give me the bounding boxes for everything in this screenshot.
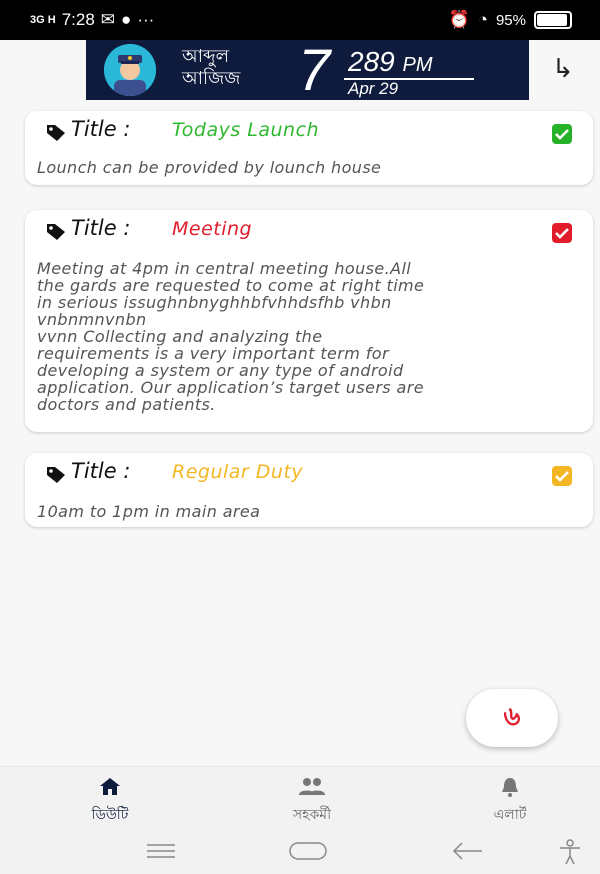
user-name-line2: আজিজ <box>182 68 241 89</box>
floating-action-button[interactable]: ৬ <box>466 689 558 747</box>
battery-percent: 95% <box>495 11 526 29</box>
system-navigation-bar <box>0 828 600 874</box>
battery-icon <box>534 11 572 29</box>
nav-item-label: এলার্ট <box>493 807 527 823</box>
nav-item-duty[interactable]: ডিউটি <box>50 775 170 827</box>
nav-item-alert[interactable]: এলার্ট <box>450 775 570 827</box>
card-body: Lounch can be provided by lounch house <box>37 158 382 177</box>
current-time: 289 PM <box>348 48 433 79</box>
card-title-label: Title : <box>71 117 131 141</box>
card-body-line: requirements is a very important term fo… <box>37 344 389 363</box>
current-date: Apr 29 <box>348 79 399 98</box>
card-body-line: the gards are requested to come at right… <box>37 276 425 295</box>
day-number: 7 <box>298 38 331 103</box>
wifi-icon: ◔ <box>477 10 488 29</box>
mail-icon: ✉ <box>100 10 116 29</box>
duty-card[interactable]: Title : Meeting Meeting at 4pm in centra… <box>25 210 593 432</box>
logout-arrow-icon[interactable]: ↳ <box>552 54 574 84</box>
card-title-label: Title : <box>71 459 131 483</box>
bottom-navigation: ডিউটি সহকর্মী এলার্ট <box>0 766 600 829</box>
card-body: 10am to 1pm in main area <box>37 502 261 521</box>
card-body-line: developing a system or any type of andro… <box>37 361 404 380</box>
card-body-line: Meeting at 4pm in central meeting house.… <box>37 259 412 278</box>
nav-item-label: সহকর্মী <box>292 807 332 823</box>
avatar[interactable] <box>104 44 156 96</box>
bell-icon <box>502 778 518 797</box>
chat-icon: ● <box>121 10 132 29</box>
user-name-line1: আব্দুল <box>182 46 230 67</box>
nav-item-colleagues[interactable]: সহকর্মী <box>252 775 372 827</box>
menu-icon[interactable] <box>145 842 177 860</box>
check-shield-icon[interactable] <box>551 465 573 487</box>
card-title: Todays Launch <box>172 119 320 141</box>
card-body-line: application. Our application’s target us… <box>37 378 424 397</box>
alarm-icon: ⏰ <box>448 10 470 29</box>
back-icon[interactable] <box>450 840 486 862</box>
nav-item-label: ডিউটি <box>91 807 129 823</box>
card-title: Regular Duty <box>172 461 304 483</box>
time-ampm: PM <box>402 54 433 76</box>
card-title: Meeting <box>172 218 253 240</box>
card-title-label: Title : <box>71 216 131 240</box>
card-body: Meeting at 4pm in central meeting house.… <box>37 260 424 413</box>
tag-icon <box>47 224 65 240</box>
check-shield-icon[interactable] <box>551 123 573 145</box>
check-shield-icon[interactable] <box>551 222 573 244</box>
accessibility-icon[interactable] <box>556 838 584 866</box>
network-signal: 3G H <box>30 14 56 26</box>
card-body-line: doctors and patients. <box>37 395 216 414</box>
card-body-line: vvnn Collecting and analyzing the <box>37 327 323 346</box>
tag-icon <box>47 125 65 141</box>
police-officer-icon <box>104 44 156 96</box>
people-icon <box>299 778 325 795</box>
duty-card[interactable]: Title : Regular Duty 10am to 1pm in main… <box>25 453 593 527</box>
more-notifications-icon: ··· <box>137 10 155 29</box>
duty-card[interactable]: Title : Todays Launch Lounch can be prov… <box>25 111 593 185</box>
card-body-line: in serious issughnbnyghhbfvhhdsfhb vhbn <box>37 293 392 312</box>
home-icon <box>100 778 120 795</box>
clock: 7:28 <box>61 10 95 29</box>
status-bar: 3G H 7:28 ✉ ● ··· ⏰ ◔ 95% <box>0 0 600 40</box>
fab-glyph: ৬ <box>503 702 521 732</box>
home-pill-icon[interactable] <box>288 841 328 861</box>
user-name: আব্দুল আজিজ <box>182 46 240 90</box>
card-body-line: vnbnmnvnbn <box>37 310 147 329</box>
app-header: আব্দুল আজিজ 7 289 PM Apr 29 <box>86 40 529 100</box>
time-value: 289 <box>348 46 395 77</box>
tag-icon <box>47 467 65 483</box>
